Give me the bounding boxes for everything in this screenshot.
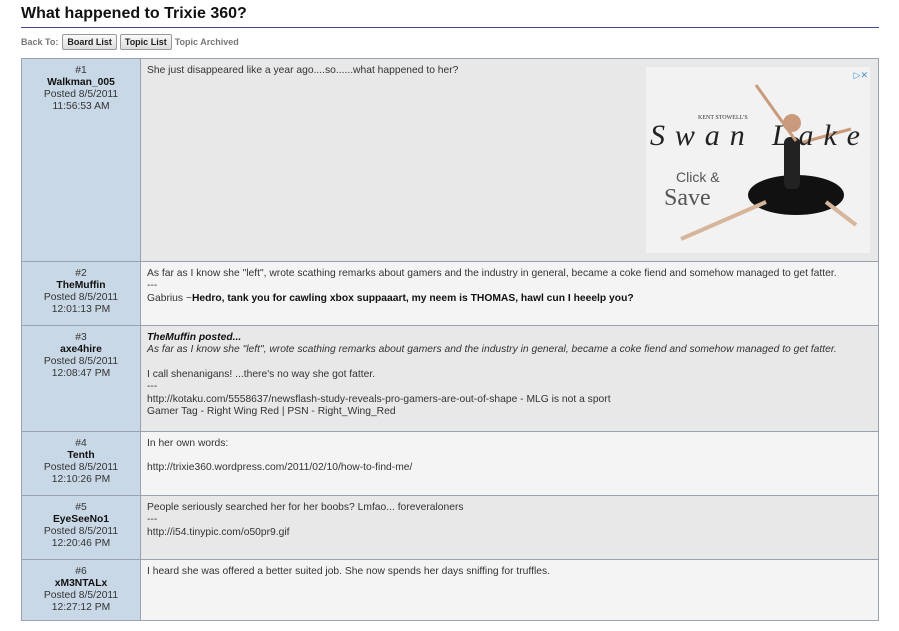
post-time: 12:27:12 PM (51, 602, 111, 613)
signature-line: Gamer Tag - Right Wing Red | PSN - Right… (147, 406, 396, 418)
message-text: In her own words: (147, 438, 229, 449)
author-cell: #2 TheMuffin Posted 8/5/2011 12:01:13 PM (21, 261, 141, 326)
message-text: I call shenanigans! ...there's no way sh… (147, 368, 376, 380)
message-row: #5 EyeSeeNo1 Posted 8/5/2011 12:20:46 PM… (21, 495, 879, 560)
message-number: #5 (75, 502, 87, 513)
message-table: #1 Walkman_005 Posted 8/5/2011 11:56:53 … (21, 58, 879, 621)
author-cell: #5 EyeSeeNo1 Posted 8/5/2011 12:20:46 PM (21, 495, 141, 560)
post-time: 12:08:47 PM (51, 368, 111, 379)
post-date: Posted 8/5/2011 (43, 590, 119, 601)
post-date: Posted 8/5/2011 (43, 526, 119, 537)
message-body: I heard she was offered a better suited … (140, 559, 879, 621)
topic-list-button[interactable]: Topic List (119, 34, 172, 50)
username-link[interactable]: EyeSeeNo1 (22, 514, 140, 526)
signature-line: http://kotaku.com/5558637/newsflash-stud… (147, 393, 611, 405)
message-text: I heard she was offered a better suited … (147, 566, 550, 577)
signature-prefix: Gabrius ~ (147, 292, 192, 304)
post-date: Posted 8/5/2011 (43, 462, 119, 473)
message-text: As far as I know she "left", wrote scath… (147, 268, 837, 279)
signature-separator: --- (147, 514, 158, 526)
message-row: #4 Tenth Posted 8/5/2011 12:10:26 PM In … (21, 431, 879, 496)
signature: Gabrius ~Hedro, tank you for cawling xbo… (147, 293, 872, 305)
post-date: Posted 8/5/2011 (43, 292, 119, 303)
post-date: Posted 8/5/2011 (43, 356, 119, 367)
username-link[interactable]: Walkman_005 (22, 77, 140, 89)
board-list-button[interactable]: Board List (62, 34, 117, 50)
message-body: As far as I know she "left", wrote scath… (140, 261, 879, 326)
message-row: #2 TheMuffin Posted 8/5/2011 12:01:13 PM… (21, 261, 879, 326)
message-row: #6 xM3NTALx Posted 8/5/2011 12:27:12 PM … (21, 559, 879, 621)
ad-headline: Swan Lake (650, 119, 860, 152)
post-time: 12:01:13 PM (51, 304, 111, 315)
message-body: In her own words: http://trixie360.wordp… (140, 431, 879, 496)
message-body: She just disappeared like a year ago....… (140, 58, 879, 262)
ad-image: KENT STOWELL'S Swan Lake Click & Save (646, 67, 870, 253)
author-cell: #3 axe4hire Posted 8/5/2011 12:08:47 PM (21, 325, 141, 432)
username-link[interactable]: Tenth (22, 450, 140, 462)
topic-status: Topic Archived (174, 37, 239, 47)
post-date: Posted 8/5/2011 (43, 89, 119, 100)
post-time: 12:10:26 PM (51, 474, 111, 485)
message-number: #4 (75, 438, 87, 449)
ad-cta-bottom: Save (664, 185, 711, 211)
signature-line: http://i54.tinypic.com/o50pr9.gif (147, 526, 290, 538)
message-number: #1 (75, 65, 87, 76)
message-text: People seriously searched her for her bo… (147, 502, 464, 513)
post-time: 11:56:53 AM (52, 101, 110, 112)
message-number: #3 (75, 332, 87, 343)
message-row: #3 axe4hire Posted 8/5/2011 12:08:47 PM … (21, 325, 879, 432)
signature-separator: --- (147, 280, 158, 292)
quote-text: As far as I know she "left", wrote scath… (147, 344, 837, 356)
signature-separator: --- (147, 381, 158, 393)
post-time: 12:20:46 PM (51, 538, 111, 549)
back-to-label: Back To: (21, 37, 59, 47)
author-cell: #4 Tenth Posted 8/5/2011 12:10:26 PM (21, 431, 141, 496)
quote-header: TheMuffin posted... (147, 332, 242, 343)
topic-nav: Back To: Board List Topic List Topic Arc… (21, 34, 239, 50)
ad-choices-icon[interactable]: ▷✕ (854, 69, 868, 81)
author-cell: #6 xM3NTALx Posted 8/5/2011 12:27:12 PM (21, 559, 141, 621)
message-body: TheMuffin posted... As far as I know she… (140, 325, 879, 432)
message-body: People seriously searched her for her bo… (140, 495, 879, 560)
page-title: What happened to Trixie 360? (21, 5, 879, 28)
message-number: #6 (75, 566, 87, 577)
advertisement[interactable]: KENT STOWELL'S Swan Lake Click & Save ▷✕ (646, 67, 870, 253)
message-row: #1 Walkman_005 Posted 8/5/2011 11:56:53 … (21, 58, 879, 262)
message-link[interactable]: http://trixie360.wordpress.com/2011/02/1… (147, 462, 872, 474)
username-link[interactable]: xM3NTALx (22, 578, 140, 590)
message-number: #2 (75, 268, 87, 279)
signature-bold: Hedro, tank you for cawling xbox suppaaa… (191, 292, 634, 304)
username-link[interactable]: axe4hire (22, 344, 140, 356)
author-cell: #1 Walkman_005 Posted 8/5/2011 11:56:53 … (21, 58, 141, 262)
username-link[interactable]: TheMuffin (22, 280, 140, 292)
ad-cta-top: Click & (676, 169, 720, 185)
